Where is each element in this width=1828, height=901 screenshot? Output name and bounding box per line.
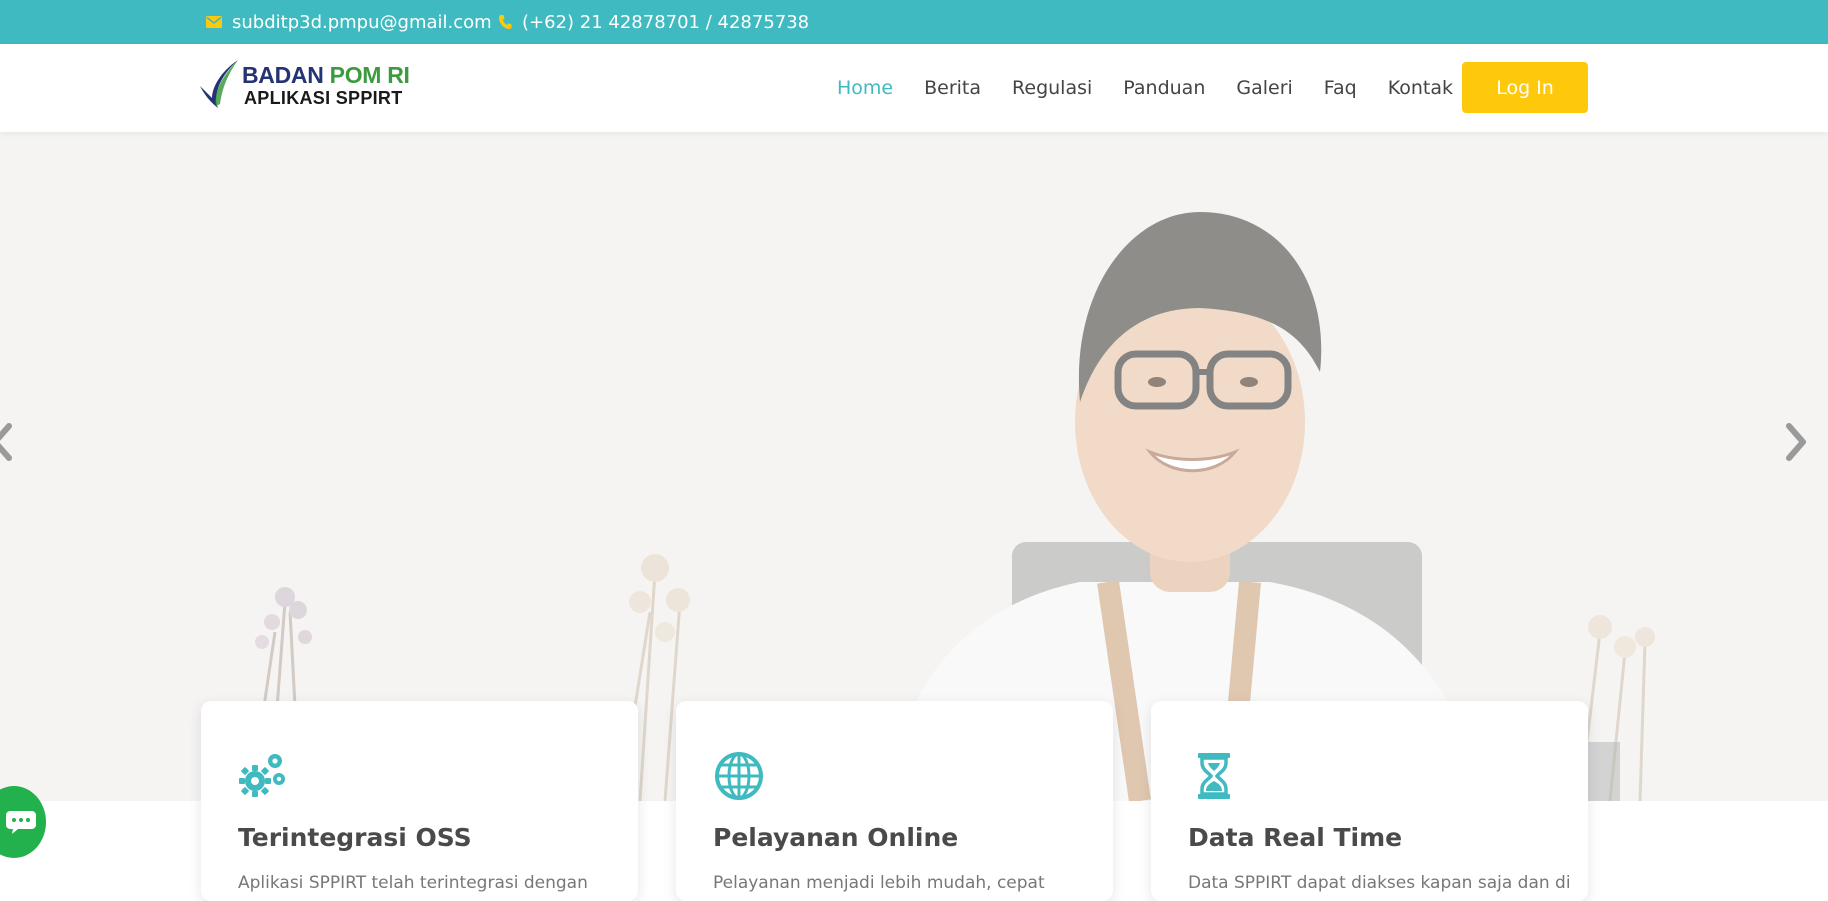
top-contact-bar: subditp3d.pmpu@gmail.com (+62) 21 428787…	[0, 0, 1828, 44]
main-header: BADAN POM RI APLIKASI SPPIRT Home Berita…	[0, 44, 1828, 132]
globe-icon	[715, 752, 763, 800]
logo-title-badan: BADAN	[242, 62, 324, 88]
phone-text: (+62) 21 42878701 / 42875738	[522, 11, 810, 33]
email-contact[interactable]: subditp3d.pmpu@gmail.com	[206, 0, 492, 44]
feature-title: Data Real Time	[1188, 823, 1403, 852]
nav-regulasi[interactable]: Regulasi	[1012, 77, 1092, 99]
nav-panduan[interactable]: Panduan	[1123, 77, 1205, 99]
feature-card-online: Pelayanan Online Pelayanan menjadi lebih…	[676, 701, 1113, 901]
chat-bubble-icon	[6, 811, 36, 834]
chevron-left-icon	[0, 423, 12, 461]
feature-title: Pelayanan Online	[713, 823, 959, 852]
logo-subtitle: APLIKASI SPPIRT	[244, 88, 403, 108]
email-text: subditp3d.pmpu@gmail.com	[232, 11, 492, 33]
feature-card-realtime: Data Real Time Data SPPIRT dapat diakses…	[1151, 701, 1588, 901]
phone-contact[interactable]: (+62) 21 42878701 / 42875738	[498, 0, 809, 44]
feature-description: Data SPPIRT dapat diakses kapan saja dan…	[1188, 873, 1571, 893]
feature-description: Pelayanan menjadi lebih mudah, cepat	[713, 873, 1045, 893]
chevron-right-icon	[1786, 423, 1806, 461]
phone-icon	[499, 15, 512, 29]
logo-title-pom: POM RI	[329, 62, 410, 88]
carousel-prev-button[interactable]	[0, 412, 22, 472]
logo-title: BADAN POM RI	[242, 62, 410, 89]
carousel-next-button[interactable]	[1776, 412, 1816, 472]
site-logo[interactable]: BADAN POM RI APLIKASI SPPIRT	[198, 56, 418, 112]
feature-description: Aplikasi SPPIRT telah terintegrasi denga…	[238, 873, 588, 893]
hourglass-icon	[1198, 753, 1230, 799]
feature-card-oss: Terintegrasi OSS Aplikasi SPPIRT telah t…	[201, 701, 638, 901]
logo-swoosh-icon	[200, 60, 238, 108]
nav-berita[interactable]: Berita	[924, 77, 981, 99]
login-button[interactable]: Log In	[1462, 62, 1588, 113]
envelope-icon	[206, 16, 222, 28]
gears-icon	[239, 754, 285, 797]
nav-galeri[interactable]: Galeri	[1236, 77, 1292, 99]
nav-faq[interactable]: Faq	[1324, 77, 1357, 99]
main-nav: Home Berita Regulasi Panduan Galeri Faq …	[837, 44, 1484, 132]
feature-title: Terintegrasi OSS	[238, 823, 472, 852]
nav-home[interactable]: Home	[837, 77, 893, 99]
nav-kontak[interactable]: Kontak	[1388, 77, 1453, 99]
